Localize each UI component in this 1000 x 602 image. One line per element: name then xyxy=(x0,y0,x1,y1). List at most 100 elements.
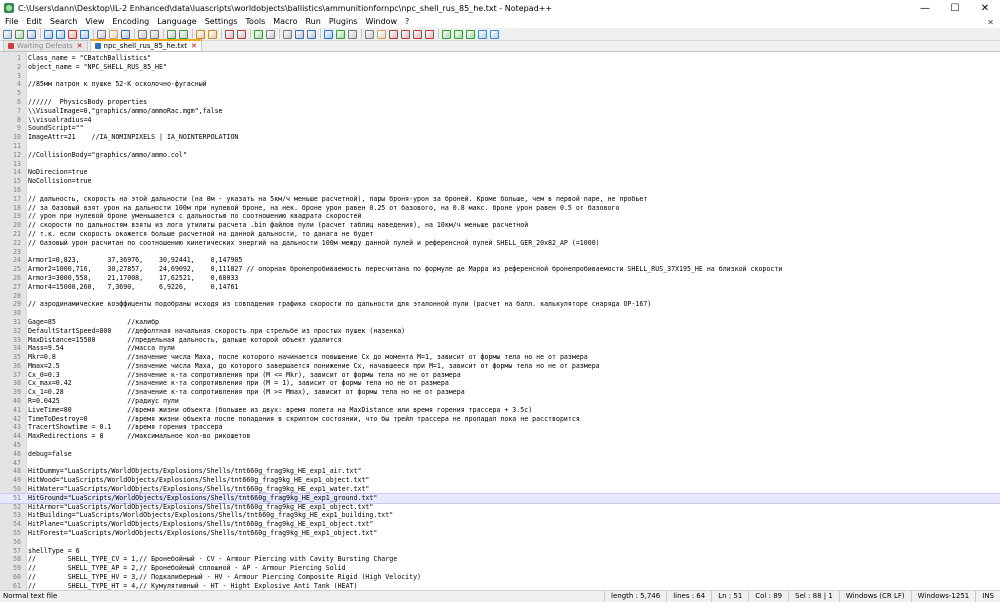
tab-0[interactable]: Waiting Defeats ✕ xyxy=(3,40,88,51)
code-line[interactable]: 14 NoDirecion=true xyxy=(0,168,1000,177)
menu-macro[interactable]: Macro xyxy=(268,16,300,28)
menu-search[interactable]: Search xyxy=(45,16,80,28)
code-line[interactable]: 41 LiveTime=80 //время жизни объекта (бол… xyxy=(0,406,1000,415)
code-line[interactable]: 16 xyxy=(0,186,1000,195)
code-line[interactable]: 19 // урон при нулевой броне уменьшается … xyxy=(0,212,1000,221)
code-line[interactable]: 45 xyxy=(0,441,1000,450)
close-tab-icon[interactable]: ✕ xyxy=(191,42,197,50)
print-icon[interactable] xyxy=(80,29,89,39)
code-line[interactable]: 5 xyxy=(0,89,1000,98)
word-wrap-icon[interactable] xyxy=(254,29,263,39)
code-line[interactable]: 50 HitWater="LuaScripts/WorldObjects/Expl… xyxy=(0,485,1000,494)
menu-edit[interactable]: Edit xyxy=(21,16,45,28)
code-line[interactable]: 33 MaxDistance=15500 //предельная дальнос… xyxy=(0,336,1000,345)
code-line[interactable]: 20 // скорости по дальностям взяты из лог… xyxy=(0,221,1000,230)
minimize-button[interactable]: — xyxy=(910,0,940,16)
new-icon[interactable] xyxy=(3,29,12,39)
function-list-icon[interactable] xyxy=(324,29,333,39)
code-line[interactable]: 29 // аэродинамические коэффиценты подобр… xyxy=(0,300,1000,309)
code-line[interactable]: 27 Armor4=15000,260, 7,3690, 6,9226, 0,14… xyxy=(0,283,1000,292)
copy-icon[interactable] xyxy=(109,29,118,39)
record-icon[interactable] xyxy=(365,29,374,39)
code-line[interactable]: 35 Mkr=0.8 //значение числа Маха, после к… xyxy=(0,353,1000,362)
doc-map-icon[interactable] xyxy=(307,29,316,39)
code-line[interactable]: 52 HitArmor="LuaScripts/WorldObjects/Expl… xyxy=(0,503,1000,512)
status-eol[interactable]: Windows (CR LF) xyxy=(838,590,911,602)
menu-file[interactable]: File xyxy=(0,16,21,28)
replace-icon[interactable] xyxy=(179,29,188,39)
spell-icon[interactable] xyxy=(425,29,434,39)
code-line[interactable]: 59 // SHELL_TYPE_AP = 2,// Бронебойный сп… xyxy=(0,564,1000,573)
show-all-icon[interactable] xyxy=(266,29,275,39)
code-line[interactable]: 55 HitForest="LuaScripts/WorldObjects/Exp… xyxy=(0,529,1000,538)
find-icon[interactable] xyxy=(167,29,176,39)
menu-help[interactable]: ? xyxy=(400,16,412,28)
code-line[interactable]: 8 \\visualradius=4 xyxy=(0,116,1000,125)
code-line[interactable]: 60 // SHELL_TYPE_HV = 3,// Подкалиберный … xyxy=(0,573,1000,582)
menu-language[interactable]: Language xyxy=(152,16,199,28)
extra-2-icon[interactable] xyxy=(466,29,475,39)
menu-settings[interactable]: Settings xyxy=(200,16,241,28)
code-line[interactable]: 21 // т.к. если скорость окажется больше … xyxy=(0,230,1000,239)
code-line[interactable]: 48 HitDummy="LuaScripts/WorldObjects/Expl… xyxy=(0,467,1000,476)
extra-1-icon[interactable] xyxy=(454,29,463,39)
cut-icon[interactable] xyxy=(97,29,106,39)
menu-encoding[interactable]: Encoding xyxy=(107,16,152,28)
code-line[interactable]: 18 // за базовый взят урон на дальности 1… xyxy=(0,204,1000,213)
code-line[interactable]: 37 Cx_0=0.3 //значение к-та сопротивления… xyxy=(0,371,1000,380)
code-line[interactable]: 46 debug=false xyxy=(0,450,1000,459)
undo-icon[interactable] xyxy=(138,29,147,39)
paste-icon[interactable] xyxy=(121,29,130,39)
zoom-out-icon[interactable] xyxy=(208,29,217,39)
menu-tools[interactable]: Tools xyxy=(241,16,269,28)
code-line[interactable]: 36 Mmax=2.5 //значение числа Маха, до кот… xyxy=(0,362,1000,371)
zoom-in-icon[interactable] xyxy=(196,29,205,39)
code-line[interactable]: 26 Armor3=3000,558, 21,17008, 17,62521, 0… xyxy=(0,274,1000,283)
close-window-button[interactable]: ✕ xyxy=(970,0,1000,16)
close-icon[interactable] xyxy=(56,29,65,39)
code-line[interactable]: 13 xyxy=(0,160,1000,169)
code-line[interactable]: 43 TracertShowtime = 0.1 //время горения … xyxy=(0,423,1000,432)
code-line[interactable]: 4 //85мм патрон к пушке 52-К осколочно-фу… xyxy=(0,80,1000,89)
extra-4-icon[interactable] xyxy=(490,29,499,39)
stop-icon[interactable] xyxy=(377,29,386,39)
code-line[interactable]: 10 ImageAttr=21 //IA_NOMINPIXELS | IA_NOI… xyxy=(0,133,1000,142)
sync-v-icon[interactable] xyxy=(225,29,234,39)
code-line[interactable]: 32 DefaultStartSpeed=800 //дефолтная нача… xyxy=(0,327,1000,336)
menu-window[interactable]: Window xyxy=(360,16,400,28)
menu-plugins[interactable]: Plugins xyxy=(324,16,361,28)
extra-3-icon[interactable] xyxy=(478,29,487,39)
redo-icon[interactable] xyxy=(150,29,159,39)
code-line[interactable]: 53 HitBuilding="LuaScripts/WorldObjects/E… xyxy=(0,511,1000,520)
code-line[interactable]: 1 Class_name = "CBatchBallistics" xyxy=(0,54,1000,63)
save-icon[interactable] xyxy=(27,29,36,39)
play-icon[interactable] xyxy=(389,29,398,39)
code-line[interactable]: 61 // SHELL_TYPE_HT = 4,// Кумулятивный -… xyxy=(0,582,1000,590)
code-line[interactable]: 6 ////// PhysicsBody properties xyxy=(0,98,1000,107)
code-line[interactable]: 2 object_name = "NPC_SHELL_RUS_85_HE" xyxy=(0,63,1000,72)
code-line[interactable]: 24 Armor1=0,823, 37,36976, 30,92441, 0,14… xyxy=(0,256,1000,265)
code-line[interactable]: 28 xyxy=(0,292,1000,301)
code-line[interactable]: 34 Mass=9.54 //масса пули xyxy=(0,344,1000,353)
code-line[interactable]: 23 xyxy=(0,248,1000,257)
lang-icon[interactable] xyxy=(295,29,304,39)
code-line[interactable]: 12 //CollisionBody="graphics/ammo/ammo.co… xyxy=(0,151,1000,160)
maximize-button[interactable]: ☐ xyxy=(940,0,970,16)
code-line[interactable]: 9 SoundScript="" xyxy=(0,124,1000,133)
play-multi-icon[interactable] xyxy=(401,29,410,39)
code-line[interactable]: 25 Armor2=1000,716, 30,27857, 24,69092, 0… xyxy=(0,265,1000,274)
code-line[interactable]: 31 Gage=85 //калибр xyxy=(0,318,1000,327)
compare-icon[interactable] xyxy=(442,29,451,39)
code-line[interactable]: 42 TimeToDestroy=0 //время жизни объекта … xyxy=(0,415,1000,424)
tab-1[interactable]: npc_shell_rus_85_he.txt ✕ xyxy=(89,39,202,51)
close-tab-icon[interactable]: ✕ xyxy=(77,42,83,50)
code-line[interactable]: 44 MaxRedirections = 0 //максимальное кол… xyxy=(0,432,1000,441)
code-line[interactable]: 56 xyxy=(0,538,1000,547)
code-line[interactable]: 38 Cx_max=0.42 //значение к-та сопротивле… xyxy=(0,379,1000,388)
indent-guide-icon[interactable] xyxy=(283,29,292,39)
code-line[interactable]: 11 xyxy=(0,142,1000,151)
code-line[interactable]: 39 Cx_1=0.28 //значение к-та сопротивлени… xyxy=(0,388,1000,397)
close-document-button[interactable]: ✕ xyxy=(987,18,994,27)
code-line[interactable]: 51 HitGround="LuaScripts/WorldObjects/Exp… xyxy=(0,492,1000,504)
editor[interactable]: 1 Class_name = "CBatchBallistics" 2 object_… xyxy=(0,52,1000,590)
